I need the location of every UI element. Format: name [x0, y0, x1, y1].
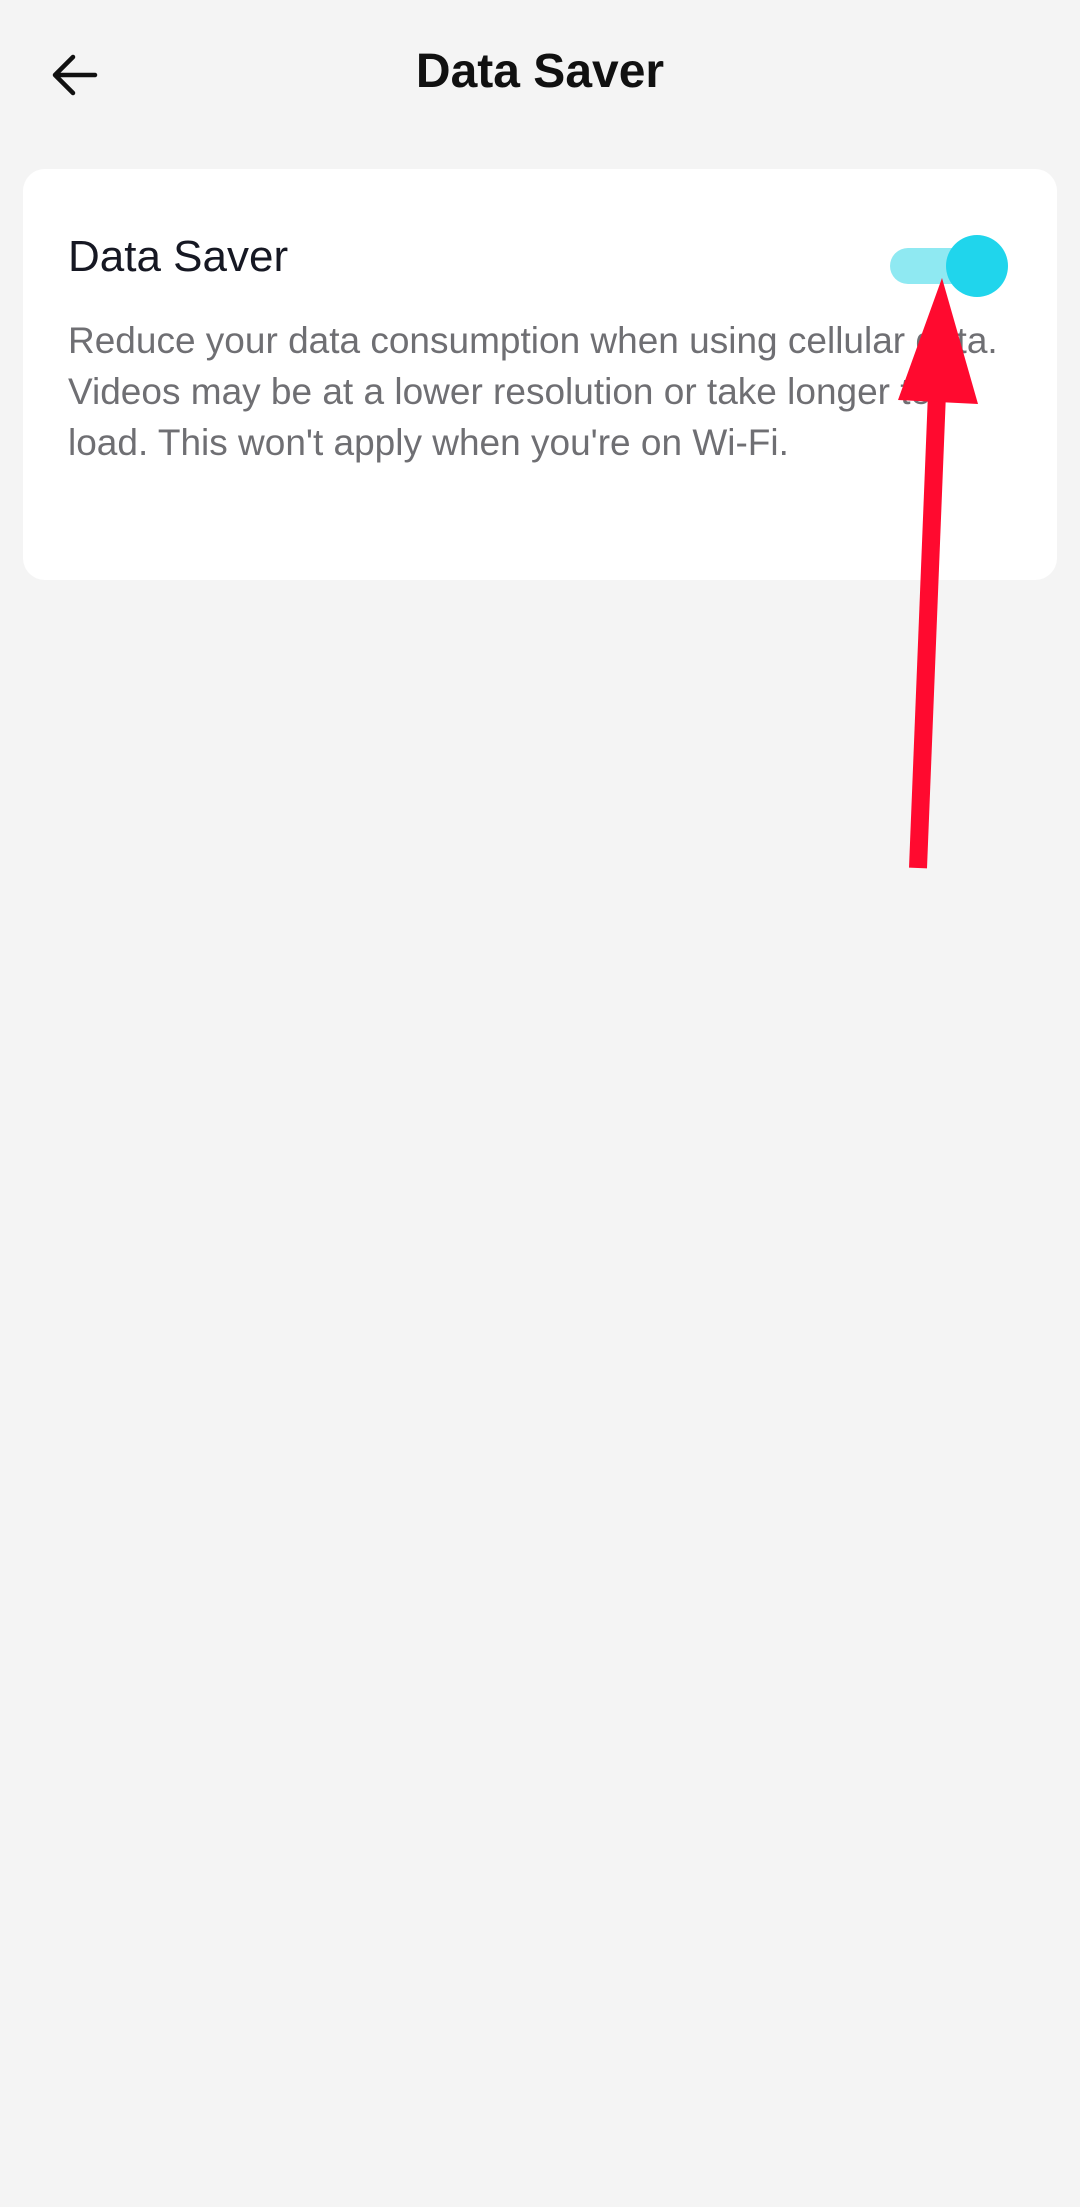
- data-saver-description: Reduce your data consumption when using …: [68, 320, 998, 463]
- data-saver-setting-title: Data Saver: [68, 232, 289, 281]
- data-saver-toggle[interactable]: [890, 234, 1008, 298]
- page-title: Data Saver: [415, 45, 665, 98]
- toggle-knob: [946, 235, 1008, 297]
- top-app-bar: Data Saver: [0, 0, 1080, 150]
- data-saver-setting-card: Data Saver Reduce your data consumption …: [23, 169, 1057, 580]
